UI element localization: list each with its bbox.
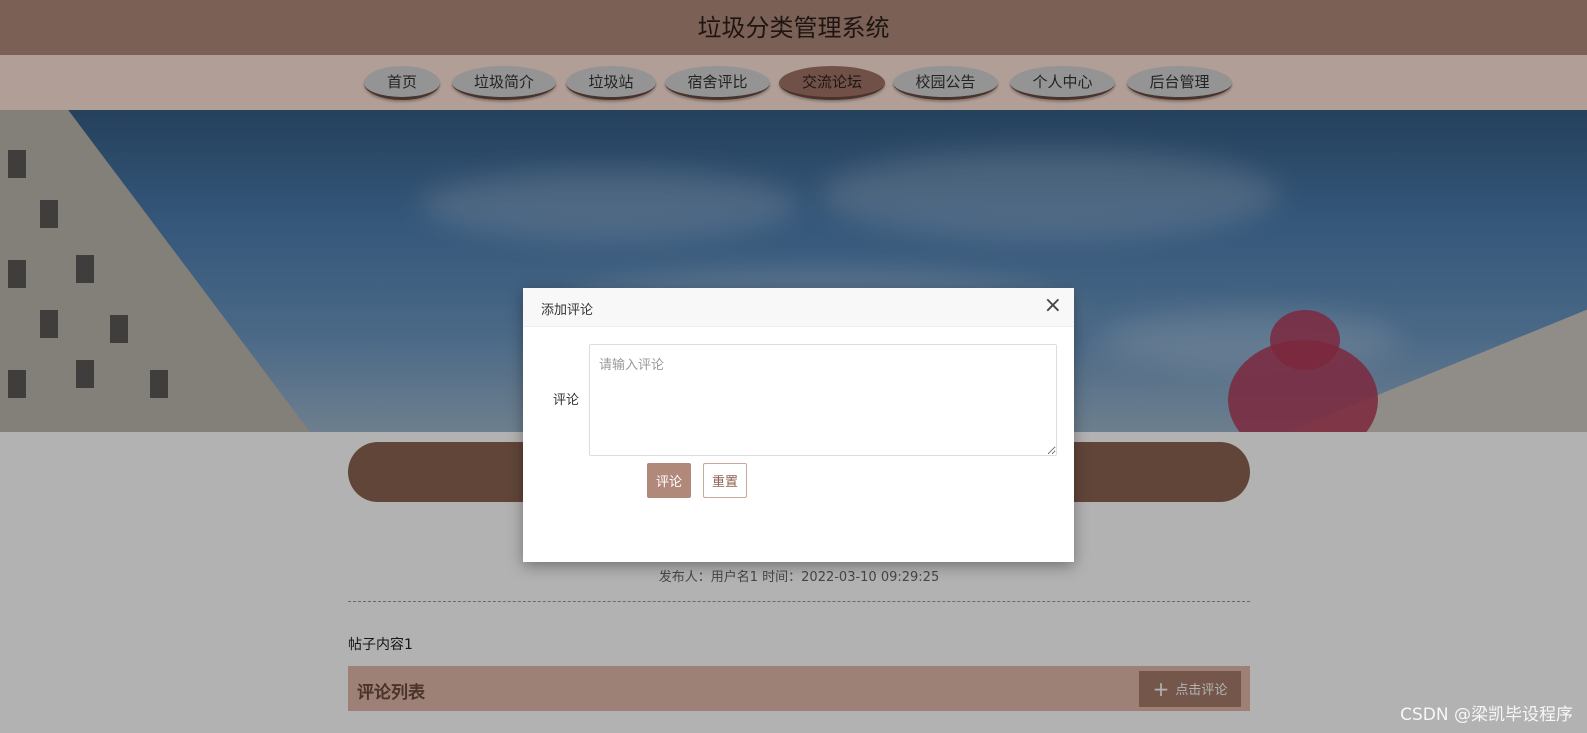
dialog-title: 添加评论 <box>541 303 594 318</box>
dialog-header: 添加评论 × <box>523 288 1074 327</box>
comment-input[interactable] <box>589 344 1057 456</box>
reset-button[interactable]: 重置 <box>703 463 747 498</box>
comment-field-label: 评论 <box>553 393 580 408</box>
watermark: CSDN @梁凯毕设程序 <box>1400 705 1573 725</box>
submit-comment-button[interactable]: 评论 <box>647 463 691 498</box>
close-icon[interactable]: × <box>1044 294 1062 318</box>
add-comment-dialog: 添加评论 × 评论 评论 重置 <box>523 288 1074 562</box>
